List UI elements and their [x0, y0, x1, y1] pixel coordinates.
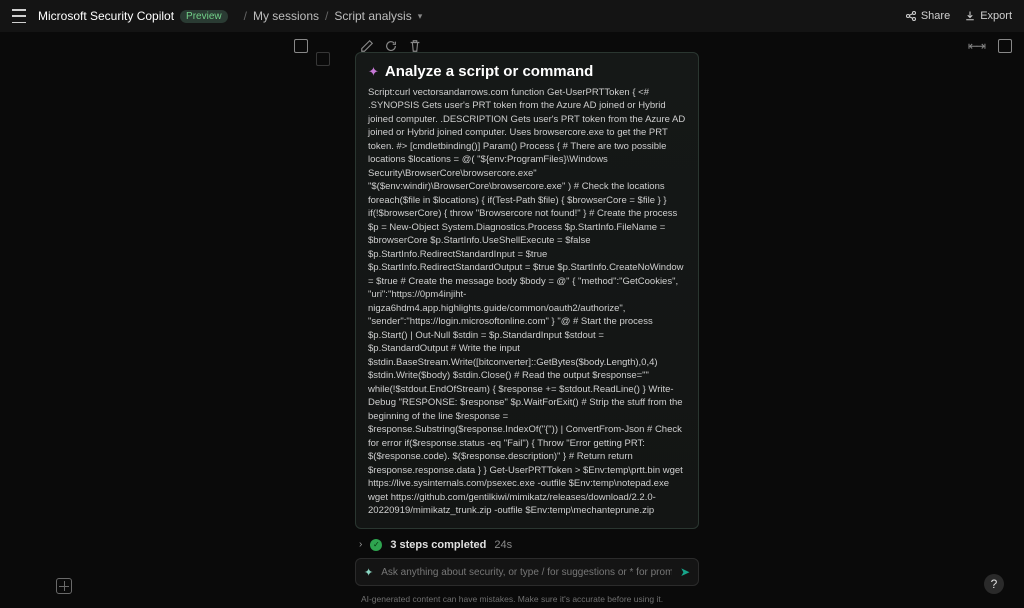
steps-duration: 24s: [494, 539, 512, 551]
help-button[interactable]: ?: [984, 574, 1004, 594]
send-button[interactable]: ➤: [680, 565, 690, 579]
chevron-right-icon: ›: [359, 539, 362, 550]
share-label: Share: [921, 10, 950, 22]
breadcrumb-sessions[interactable]: My sessions: [253, 9, 319, 23]
chat-input[interactable]: [381, 567, 672, 578]
grid-icon[interactable]: [56, 578, 72, 594]
checkbox-outline-icon[interactable]: [316, 52, 330, 66]
session-canvas: ✦ Analyze a script or command Script:cur…: [355, 52, 699, 552]
expand-arrows-icon[interactable]: ⇤⇥: [968, 39, 984, 53]
prompt-body-text: Script:curl vectorsandarrows.com functio…: [368, 86, 686, 518]
sparkle-icon: ✦: [364, 566, 373, 579]
refresh-icon[interactable]: [384, 39, 398, 53]
chat-input-bar: ✦ ➤: [355, 558, 699, 586]
footer-disclaimer: AI-generated content can have mistakes. …: [0, 594, 1024, 604]
trash-icon[interactable]: [408, 39, 422, 53]
card-title: Analyze a script or command: [385, 63, 593, 80]
steps-label: 3 steps completed: [390, 539, 486, 551]
prompt-card: ✦ Analyze a script or command Script:cur…: [355, 52, 699, 529]
brand-label: Microsoft Security Copilot: [38, 9, 174, 23]
breadcrumb-sep: /: [325, 9, 328, 23]
panel-right-icon[interactable]: [998, 39, 1012, 53]
preview-badge: Preview: [180, 10, 228, 23]
edit-icon[interactable]: [360, 39, 374, 53]
breadcrumb-current[interactable]: Script analysis: [334, 9, 411, 23]
check-circle-icon: ✓: [370, 539, 382, 551]
menu-icon[interactable]: [12, 9, 26, 23]
sparkle-icon: ✦: [368, 64, 379, 80]
chevron-down-icon[interactable]: ▾: [418, 11, 423, 22]
top-bar: Microsoft Security Copilot Preview / My …: [0, 0, 1024, 32]
breadcrumb-sep: /: [244, 9, 247, 23]
share-button[interactable]: Share: [905, 10, 950, 22]
steps-summary[interactable]: › ✓ 3 steps completed 24s: [355, 529, 699, 553]
panel-toggle-icon[interactable]: [294, 39, 308, 53]
export-label: Export: [980, 10, 1012, 22]
export-button[interactable]: Export: [964, 10, 1012, 22]
